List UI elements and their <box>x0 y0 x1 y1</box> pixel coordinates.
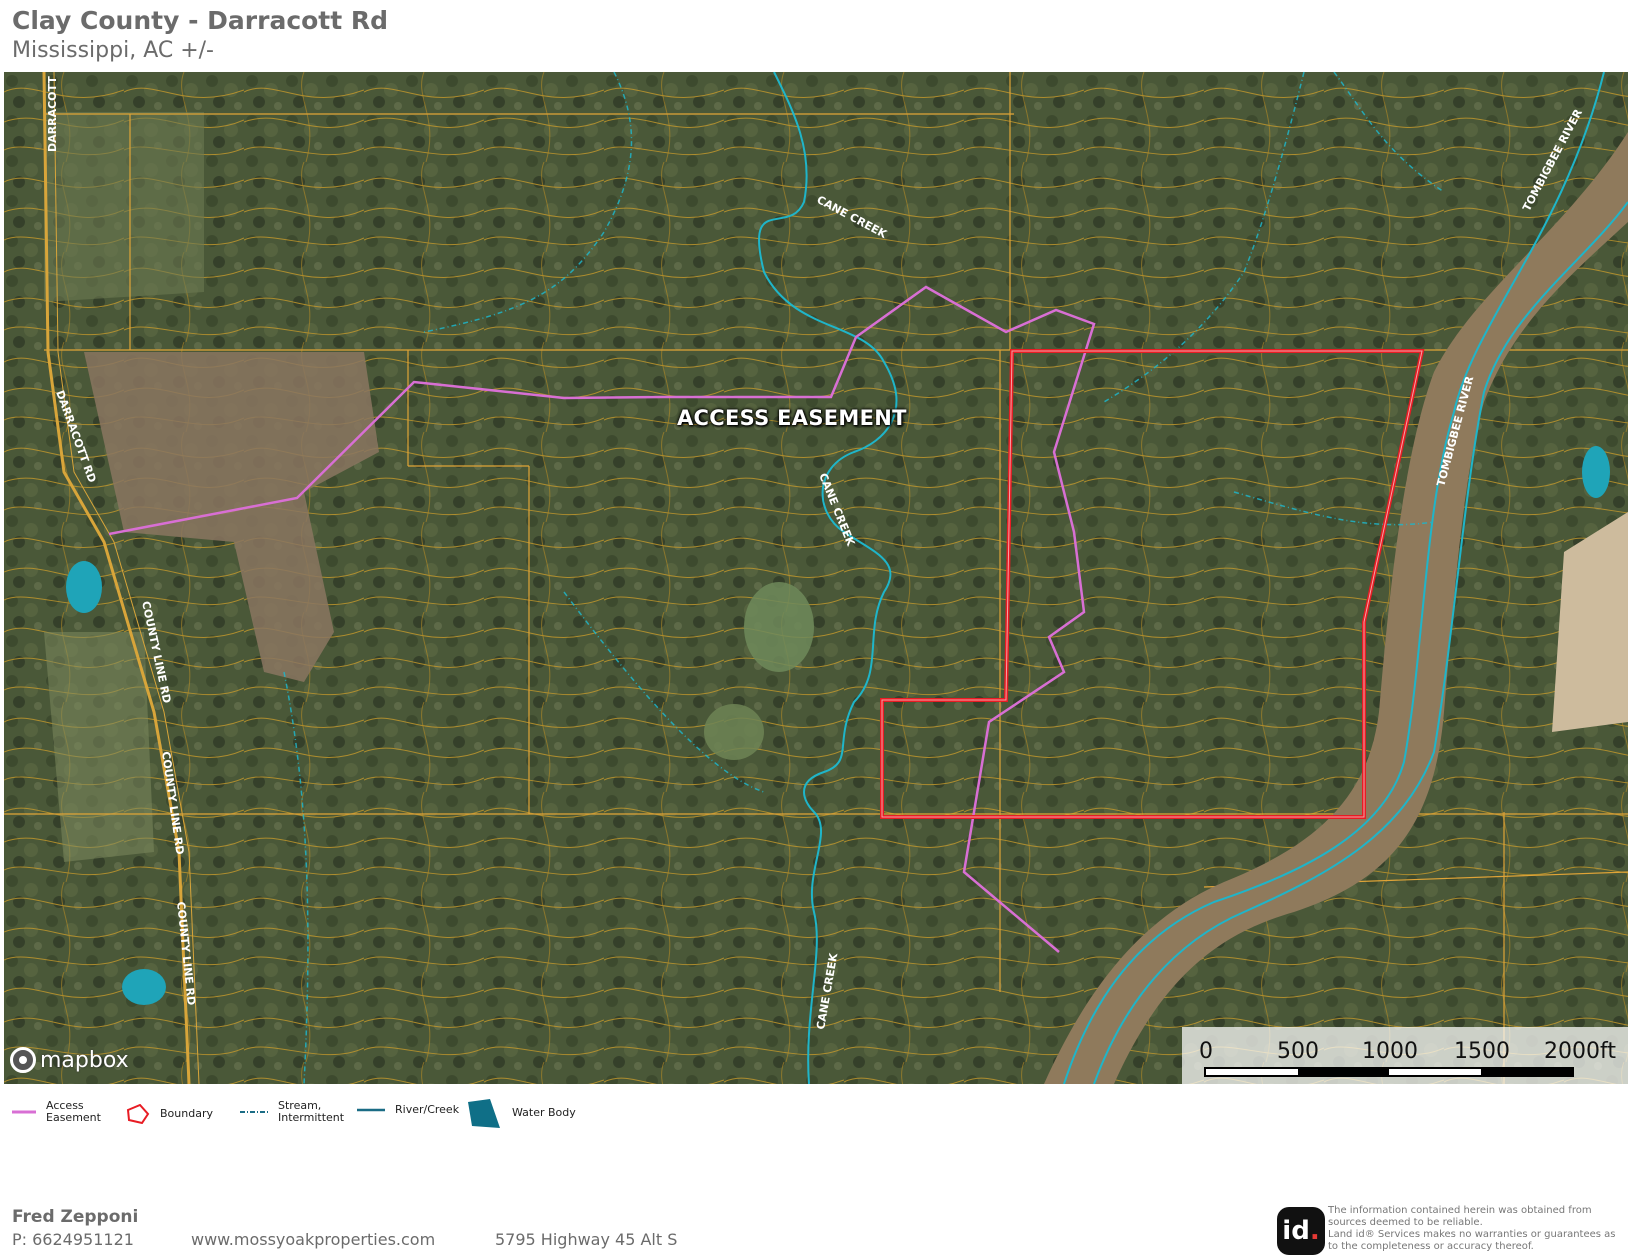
agent-phone[interactable]: P: 6624951121 <box>12 1230 134 1249</box>
field-northwest <box>44 112 204 302</box>
scale-bar <box>1204 1067 1574 1077</box>
pond <box>66 561 102 613</box>
scale-tick-label: 500 <box>1277 1039 1319 1064</box>
satellite-map[interactable]: DARRACOTT RD DARRACOTT RD COUNTY LINE RD… <box>4 72 1628 1084</box>
scale-tick-label: 2000ft <box>1544 1039 1616 1064</box>
mapbox-wordmark: mapbox <box>40 1047 129 1073</box>
land-id-logo: id. <box>1277 1207 1325 1255</box>
legend-label: Stream, Intermittent <box>278 1099 345 1124</box>
road-label-darracott-north: DARRACOTT RD <box>46 72 59 152</box>
access-easement-label: ACCESS EASEMENT <box>677 406 907 430</box>
scale-tick-label: 1500 <box>1454 1039 1510 1064</box>
access-easement-line-icon <box>12 1110 36 1114</box>
agent-address: 5795 Highway 45 Alt S <box>495 1230 678 1249</box>
pond <box>122 969 166 1005</box>
legend-label: Boundary <box>160 1107 213 1120</box>
water-body-polygon-icon <box>468 1099 500 1128</box>
map-title: Clay County - Darracott Rd <box>12 6 389 35</box>
legend-access-easement: Access Easement <box>12 1100 101 1124</box>
legend-boundary: Boundary <box>126 1104 213 1124</box>
map-legend: Access Easement Boundary Stream, Intermi… <box>0 1098 1630 1160</box>
legend-label: Access Easement <box>46 1099 101 1124</box>
clearing <box>744 582 814 672</box>
pond <box>1582 446 1610 498</box>
legend-water-body: Water Body <box>466 1098 576 1128</box>
scale-bar-panel: 0 500 1000 1500 2000ft <box>1182 1027 1628 1084</box>
map-canvas[interactable]: DARRACOTT RD DARRACOTT RD COUNTY LINE RD… <box>4 72 1628 1084</box>
river-creek-line-icon <box>357 1108 385 1112</box>
disclaimer-text: The information contained herein was obt… <box>1328 1205 1616 1252</box>
agent-name: Fred Zepponi <box>12 1207 139 1227</box>
logo-text: id <box>1282 1216 1310 1246</box>
mapbox-attribution[interactable]: mapbox <box>10 1047 129 1073</box>
legend-label: River/Creek <box>395 1103 460 1116</box>
legend-label: Water Body <box>512 1106 576 1119</box>
agent-website[interactable]: www.mossyoakproperties.com <box>191 1230 435 1249</box>
mapbox-logo-icon <box>10 1047 36 1073</box>
stream-intermittent-line-icon <box>240 1111 268 1113</box>
clearing <box>704 704 764 760</box>
scale-tick-label: 1000 <box>1362 1039 1418 1064</box>
scale-labels: 0 500 1000 1500 2000ft <box>1182 1039 1628 1064</box>
map-subtitle: Mississippi, AC +/- <box>12 38 214 63</box>
scale-tick-label: 0 <box>1199 1039 1213 1064</box>
boundary-polygon-icon <box>126 1104 150 1124</box>
legend-stream-intermittent: Stream, Intermittent <box>240 1100 344 1124</box>
legend-river-creek: River/Creek <box>357 1104 459 1116</box>
